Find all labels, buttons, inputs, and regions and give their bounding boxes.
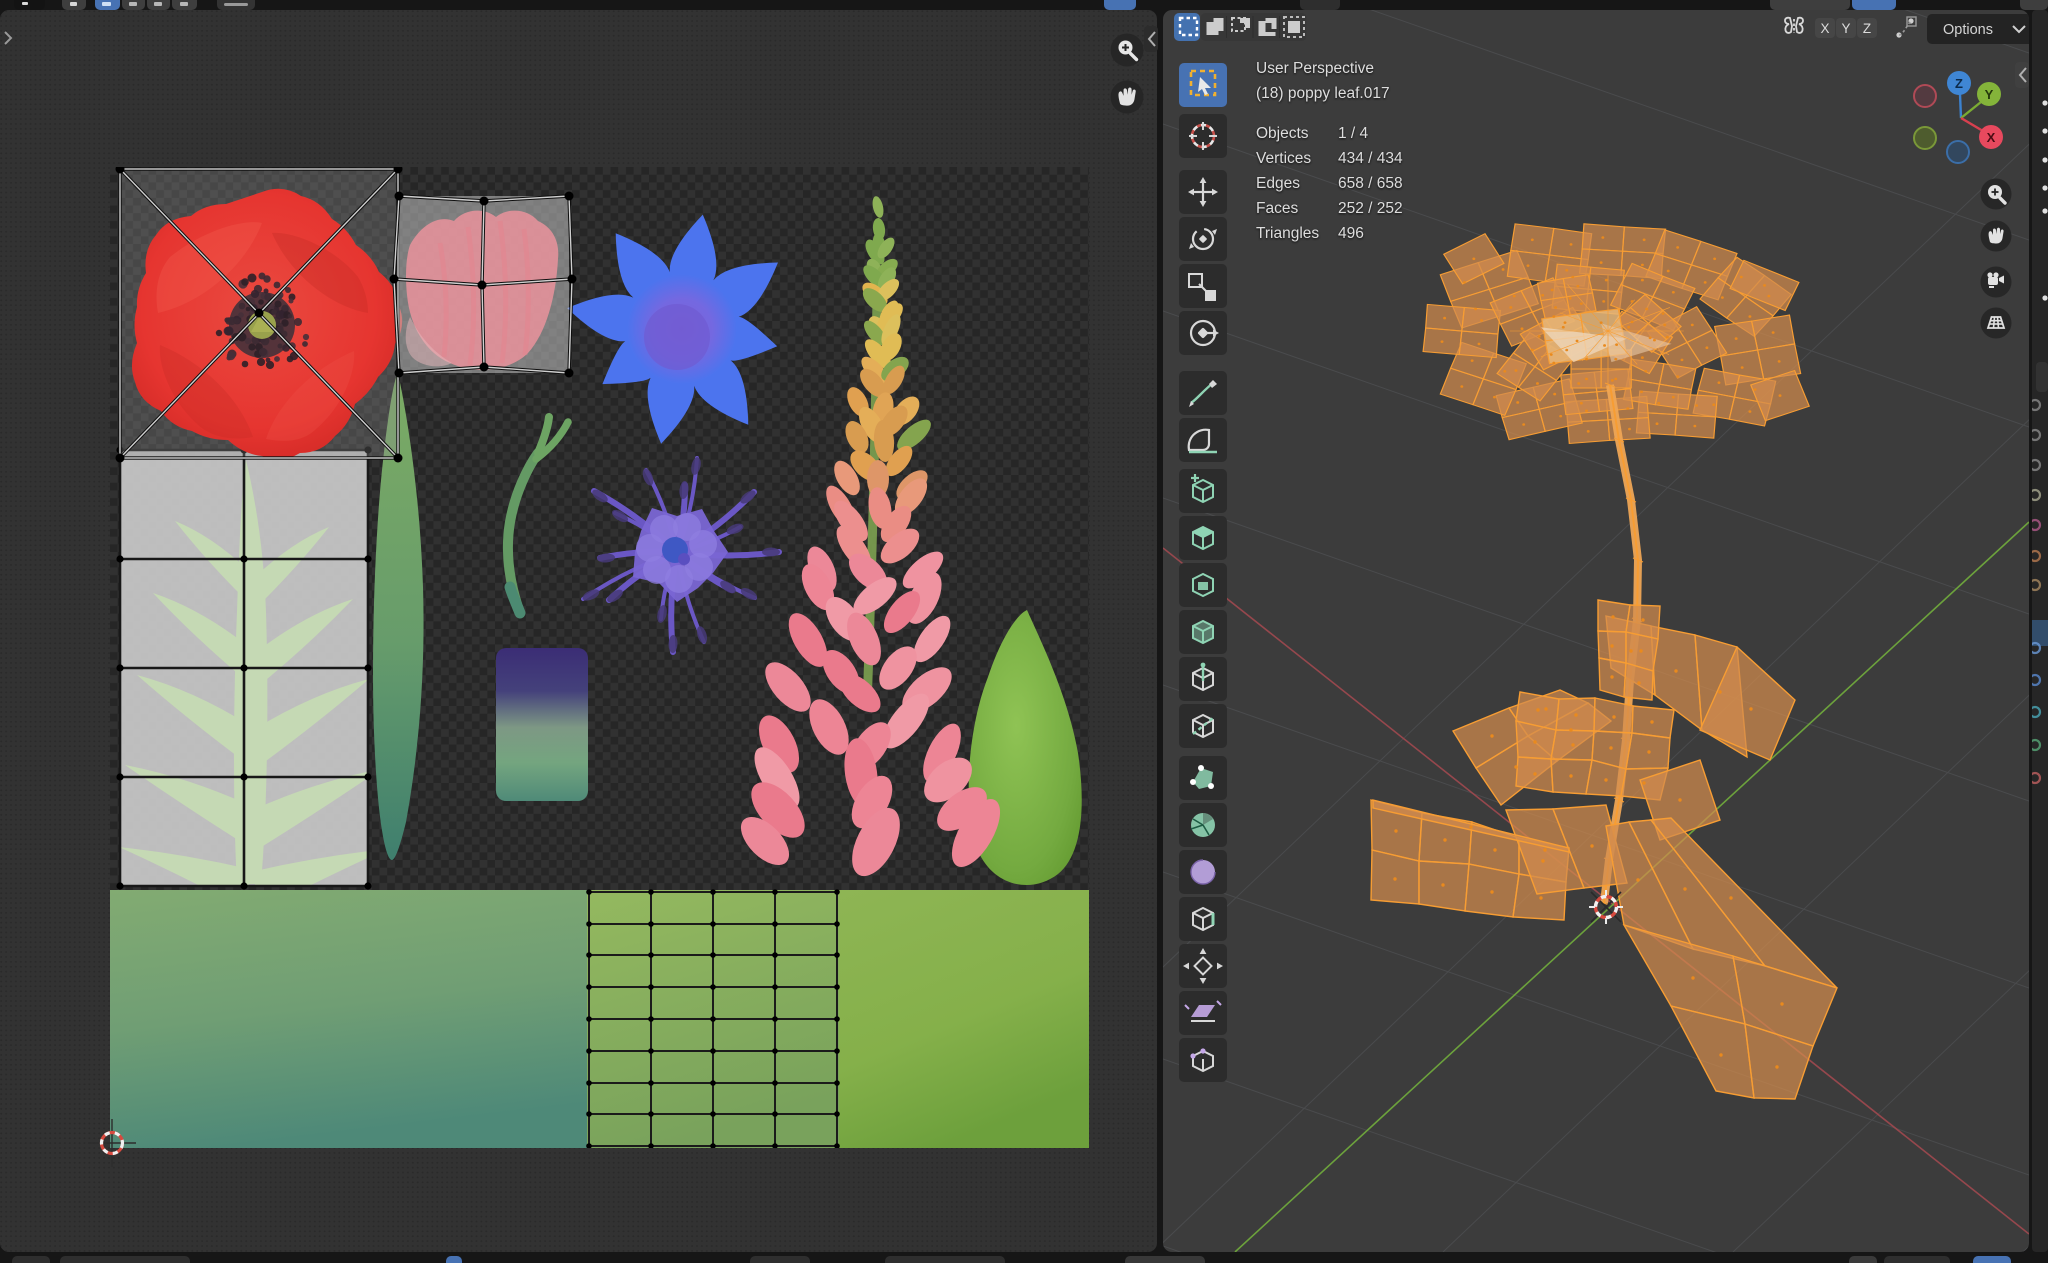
svg-text:X: X [1987,130,1996,145]
svg-text:Z: Z [1863,21,1871,36]
svg-text:Y: Y [1985,87,1994,102]
svg-text:Z: Z [1955,76,1963,91]
svg-text:X: X [1820,21,1829,36]
svg-text:Y: Y [1841,21,1850,36]
svg-text:Options: Options [1943,22,1993,38]
